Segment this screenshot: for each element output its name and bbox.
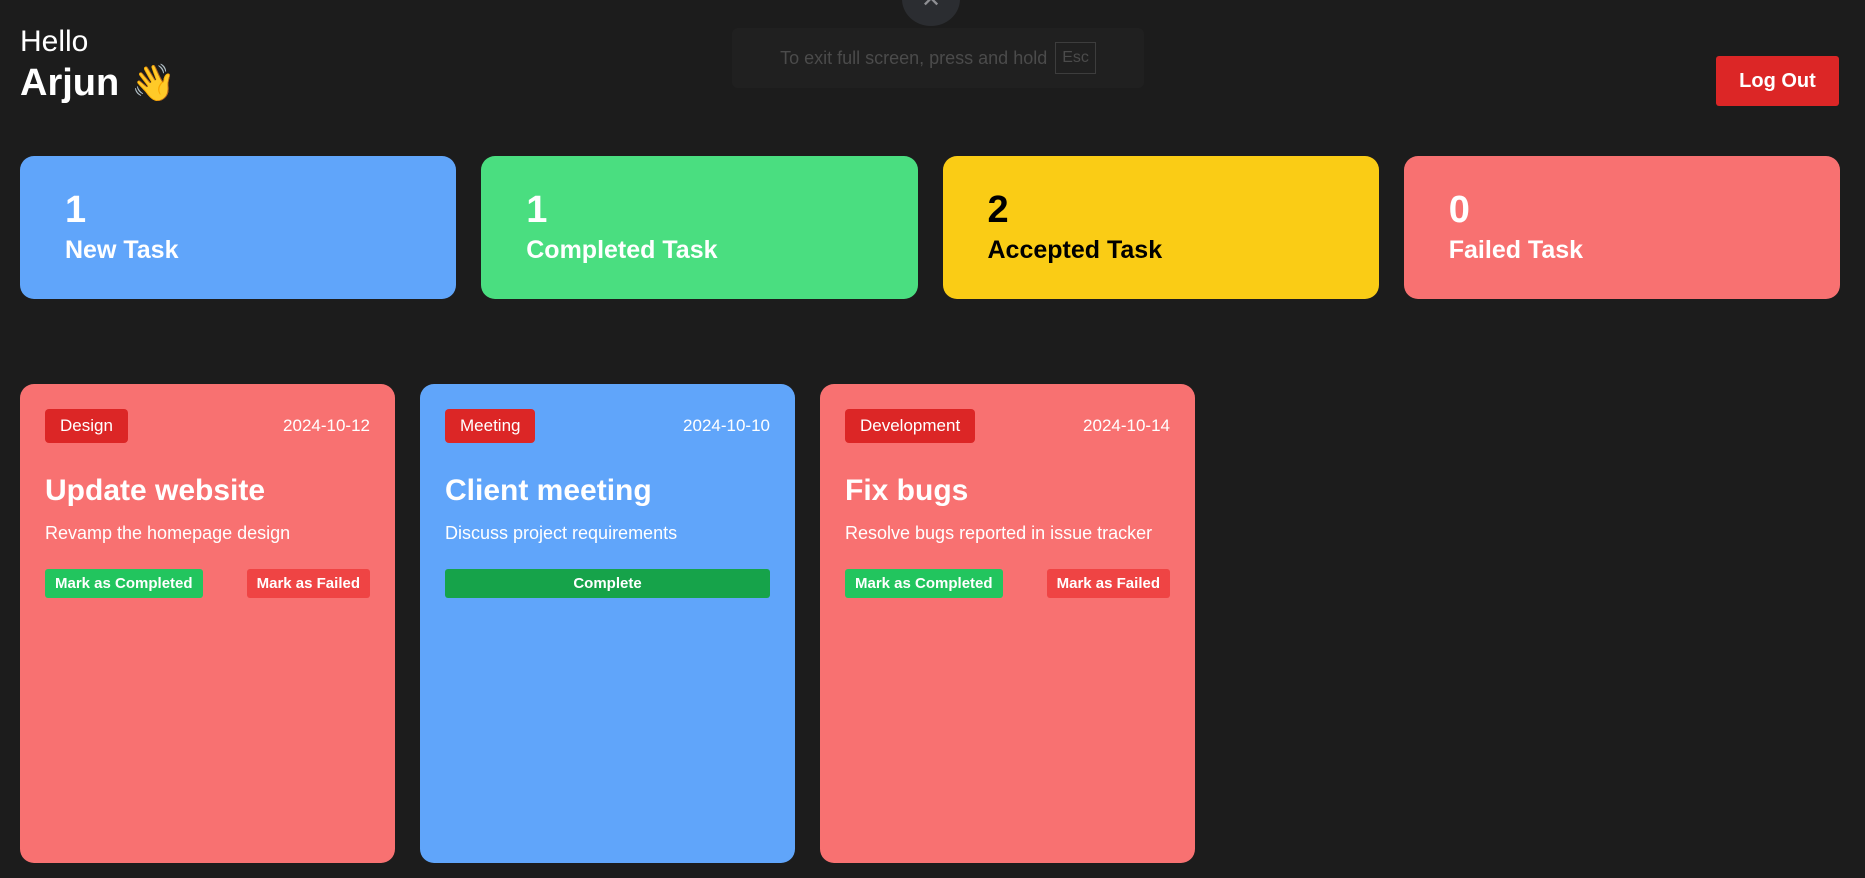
wave-icon: 👋	[131, 62, 177, 103]
complete-button[interactable]: Complete	[445, 569, 770, 598]
task-card-header: Development 2024-10-14	[845, 409, 1170, 443]
greeting: Hello Arjun 👋	[20, 24, 176, 106]
greeting-hello: Hello	[20, 25, 89, 58]
stat-label: Completed Task	[526, 236, 718, 264]
task-list: Design 2024-10-12 Update website Revamp …	[20, 384, 1195, 863]
stat-new-task: 1 New Task	[20, 156, 457, 299]
task-date: 2024-10-10	[683, 416, 770, 435]
esc-key-hint: Esc	[1055, 42, 1096, 74]
task-description: Discuss project requirements	[445, 523, 678, 543]
stat-label: Failed Task	[1448, 236, 1584, 264]
task-actions: Mark as Completed Mark as Failed	[45, 569, 370, 598]
task-card-header: Meeting 2024-10-10	[445, 409, 770, 443]
stat-accepted-task: 2 Accepted Task	[942, 156, 1379, 299]
task-card: Design 2024-10-12 Update website Revamp …	[20, 384, 395, 863]
close-icon: ✕	[921, 0, 941, 12]
task-category-badge: Design	[45, 409, 128, 443]
stat-label: New Task	[65, 236, 179, 264]
task-category-badge: Development	[845, 409, 976, 443]
task-description: Revamp the homepage design	[45, 523, 291, 543]
mark-as-completed-button[interactable]: Mark as Completed	[845, 569, 1003, 598]
task-stats: 1 New Task 1 Completed Task 2 Accepted T…	[20, 156, 1840, 299]
log-out-button[interactable]: Log Out	[1716, 56, 1839, 106]
fullscreen-notice-text: To exit full screen, press and hold	[780, 47, 1048, 68]
task-card: Meeting 2024-10-10 Client meeting Discus…	[420, 384, 795, 863]
fullscreen-notice: To exit full screen, press and hold Esc	[732, 28, 1144, 88]
stat-count: 0	[1448, 189, 1470, 231]
task-description: Resolve bugs reported in issue tracker	[845, 523, 1153, 543]
task-title: Update website	[45, 474, 266, 507]
mark-as-failed-button[interactable]: Mark as Failed	[246, 569, 370, 598]
task-category-badge: Meeting	[445, 409, 536, 443]
task-title: Client meeting	[445, 474, 652, 507]
username: Arjun	[20, 62, 120, 104]
task-card-header: Design 2024-10-12	[45, 409, 370, 443]
dashboard-page: Hello Arjun 👋 ✕ To exit full screen, pre…	[0, 0, 1865, 878]
stat-count: 2	[987, 189, 1009, 231]
task-actions: Mark as Completed Mark as Failed	[845, 569, 1170, 598]
stat-count: 1	[65, 189, 87, 231]
task-date: 2024-10-12	[283, 416, 370, 435]
stat-label: Accepted Task	[987, 236, 1163, 264]
greeting-username-row: Arjun 👋	[20, 60, 176, 106]
mark-as-failed-button[interactable]: Mark as Failed	[1046, 569, 1170, 598]
stat-completed-task: 1 Completed Task	[481, 156, 918, 299]
task-date: 2024-10-14	[1083, 416, 1170, 435]
task-card: Development 2024-10-14 Fix bugs Resolve …	[820, 384, 1195, 863]
stat-failed-task: 0 Failed Task	[1403, 156, 1840, 299]
exit-fullscreen-close-icon[interactable]: ✕	[902, 0, 960, 26]
stat-count: 1	[526, 189, 548, 231]
task-title: Fix bugs	[845, 474, 969, 507]
mark-as-completed-button[interactable]: Mark as Completed	[45, 569, 203, 598]
